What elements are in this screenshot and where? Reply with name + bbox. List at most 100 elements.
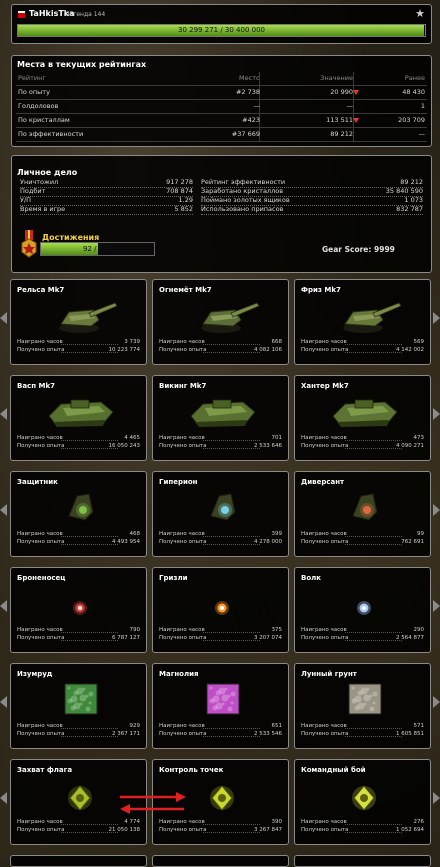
achievements-label[interactable]: Достижения — [42, 233, 99, 242]
hours-row: Наиграно часов 569 — [301, 338, 424, 346]
exp-value: 3 207 074 — [254, 635, 282, 641]
stat-card[interactable]: Лунный грунт Наиграно часов 571 Получено… — [294, 663, 431, 749]
stat-card[interactable]: Викинг Mk7 Наиграно часов 701 Получено о… — [152, 375, 289, 461]
card-title: Васп Mk7 — [17, 382, 55, 390]
dotted-line — [20, 195, 193, 197]
scroll-left-arrow-icon[interactable] — [0, 792, 7, 804]
dotted-line — [203, 344, 260, 345]
stat-card[interactable]: Огнемёт Mk7 Наиграно часов 668 Получено … — [152, 279, 289, 365]
hours-label: Наиграно часов — [301, 339, 347, 345]
exp-row: Получено опыта 1 605 851 — [301, 730, 424, 738]
exp-row: Получено опыта 2 533 646 — [159, 442, 282, 450]
stat-card[interactable] — [294, 855, 431, 867]
hull-icon — [48, 399, 114, 427]
stat-card[interactable]: Броненосец Наиграно часов 790 Получено о… — [10, 567, 147, 653]
stat-label: Подбит — [20, 187, 46, 195]
exp-label: Получено опыта — [301, 827, 349, 833]
card-title: Магнолия — [159, 670, 199, 678]
scroll-right-arrow-icon[interactable] — [433, 600, 440, 612]
hours-value: 3 739 — [124, 339, 140, 345]
hours-row: Наиграно часов 390 — [159, 818, 282, 826]
stat-card[interactable]: Изумруд Наиграно часов 929 Получено опыт… — [10, 663, 147, 749]
dotted-line — [345, 640, 402, 641]
dotted-line — [61, 344, 118, 345]
rating-name: Голдоловов — [18, 102, 59, 110]
hours-row: Наиграно часов 399 — [159, 530, 282, 538]
experience-bar: 30 299 271 / 30 400 000 — [17, 24, 426, 37]
star-icon[interactable]: ★ — [415, 7, 425, 20]
exp-row: Получено опыта 4 142 002 — [301, 346, 424, 354]
exp-value: 21 050 138 — [108, 827, 141, 833]
rating-name: По эффективности — [18, 130, 84, 138]
stat-card[interactable] — [10, 855, 147, 867]
scroll-right-arrow-icon[interactable] — [433, 408, 440, 420]
exp-label: Получено опыта — [17, 443, 65, 449]
mode-icon — [210, 785, 234, 811]
stat-value: 1.29 — [178, 196, 193, 204]
card-title: Гиперион — [159, 478, 198, 486]
dotted-line — [203, 832, 260, 833]
stat-card[interactable] — [152, 855, 289, 867]
exp-row: Получено опыта 4 493 954 — [17, 538, 140, 546]
stat-card[interactable]: Волк Наиграно часов 290 Получено опыта 2… — [294, 567, 431, 653]
dotted-line — [20, 213, 193, 215]
hull-icon — [190, 399, 256, 427]
exp-label: Получено опыта — [159, 635, 207, 641]
stat-card[interactable]: Магнолия Наиграно часов 651 Получено опы… — [152, 663, 289, 749]
achievements-bar: 92 / 182 — [40, 242, 155, 256]
turret-icon — [201, 302, 260, 333]
stat-card[interactable]: Хантер Mk7 Наиграно часов 473 Получено о… — [294, 375, 431, 461]
player-header: TaHkisTka Легенда 144 ★ 30 299 271 / 30 … — [11, 4, 432, 44]
rating-place: — — [253, 102, 261, 110]
hours-value: 473 — [413, 435, 425, 441]
stat-card[interactable]: Васп Mk7 Наиграно часов 4 465 Получено о… — [10, 375, 147, 461]
stat-card[interactable]: Гризли Наиграно часов 375 Получено опыта… — [152, 567, 289, 653]
stat-card[interactable]: Диверсант Наиграно часов 99 Получено опы… — [294, 471, 431, 557]
exp-row: Получено опыта 4 090 271 — [301, 442, 424, 450]
exp-row: Получено опыта 21 050 138 — [17, 826, 140, 834]
hours-label: Наиграно часов — [159, 819, 205, 825]
paint-icon — [206, 683, 240, 715]
scroll-left-arrow-icon[interactable] — [0, 696, 7, 708]
exp-row: Получено опыта 2 564 877 — [301, 634, 424, 642]
stat-card[interactable]: Рельса Mk7 Наиграно часов 3 739 Получено… — [10, 279, 147, 365]
exp-value: 2 533 646 — [254, 443, 282, 449]
stat-value: 1 073 — [404, 196, 423, 204]
stat-label: У/П — [20, 196, 32, 204]
stat-label: Заработано кристаллов — [201, 187, 284, 195]
scroll-left-arrow-icon[interactable] — [0, 408, 7, 420]
exp-value: 4 142 002 — [396, 347, 424, 353]
card-title: Викинг Mk7 — [159, 382, 207, 390]
stat-card[interactable]: Защитник Наиграно часов 468 Получено опы… — [10, 471, 147, 557]
card-title: Контроль точек — [159, 766, 224, 774]
exp-label: Получено опыта — [301, 347, 349, 353]
scroll-left-arrow-icon[interactable] — [0, 504, 7, 516]
stat-card[interactable]: Командный бой Наиграно часов 276 Получен… — [294, 759, 431, 845]
hours-label: Наиграно часов — [159, 435, 205, 441]
dotted-line — [203, 448, 260, 449]
exp-row: Получено опыта 1 052 694 — [301, 826, 424, 834]
card-title: Броненосец — [17, 574, 66, 582]
hours-value: 4 465 — [124, 435, 140, 441]
personal-file-panel: Личное дело Уничтожил 917 278 Подбит 708… — [11, 155, 432, 273]
scroll-left-arrow-icon[interactable] — [0, 312, 7, 324]
stat-card[interactable]: Гиперион Наиграно часов 399 Получено опы… — [152, 471, 289, 557]
exp-label: Получено опыта — [159, 347, 207, 353]
scroll-right-arrow-icon[interactable] — [433, 792, 440, 804]
hours-row: Наиграно часов 473 — [301, 434, 424, 442]
hours-row: Наиграно часов 790 — [17, 626, 140, 634]
dotted-line — [345, 824, 402, 825]
scroll-left-arrow-icon[interactable] — [0, 600, 7, 612]
stat-value: 89 212 — [400, 178, 423, 186]
stat-value: 917 278 — [166, 178, 193, 186]
exp-label: Получено опыта — [159, 827, 207, 833]
exp-label: Получено опыта — [159, 539, 207, 545]
hours-value: 571 — [413, 723, 425, 729]
scroll-right-arrow-icon[interactable] — [433, 504, 440, 516]
hours-row: Наиграно часов 468 — [17, 530, 140, 538]
hours-row: Наиграно часов 3 739 — [17, 338, 140, 346]
scroll-right-arrow-icon[interactable] — [433, 312, 440, 324]
scroll-right-arrow-icon[interactable] — [433, 696, 440, 708]
hours-value: 99 — [417, 531, 424, 537]
stat-card[interactable]: Фриз Mk7 Наиграно часов 569 Получено опы… — [294, 279, 431, 365]
